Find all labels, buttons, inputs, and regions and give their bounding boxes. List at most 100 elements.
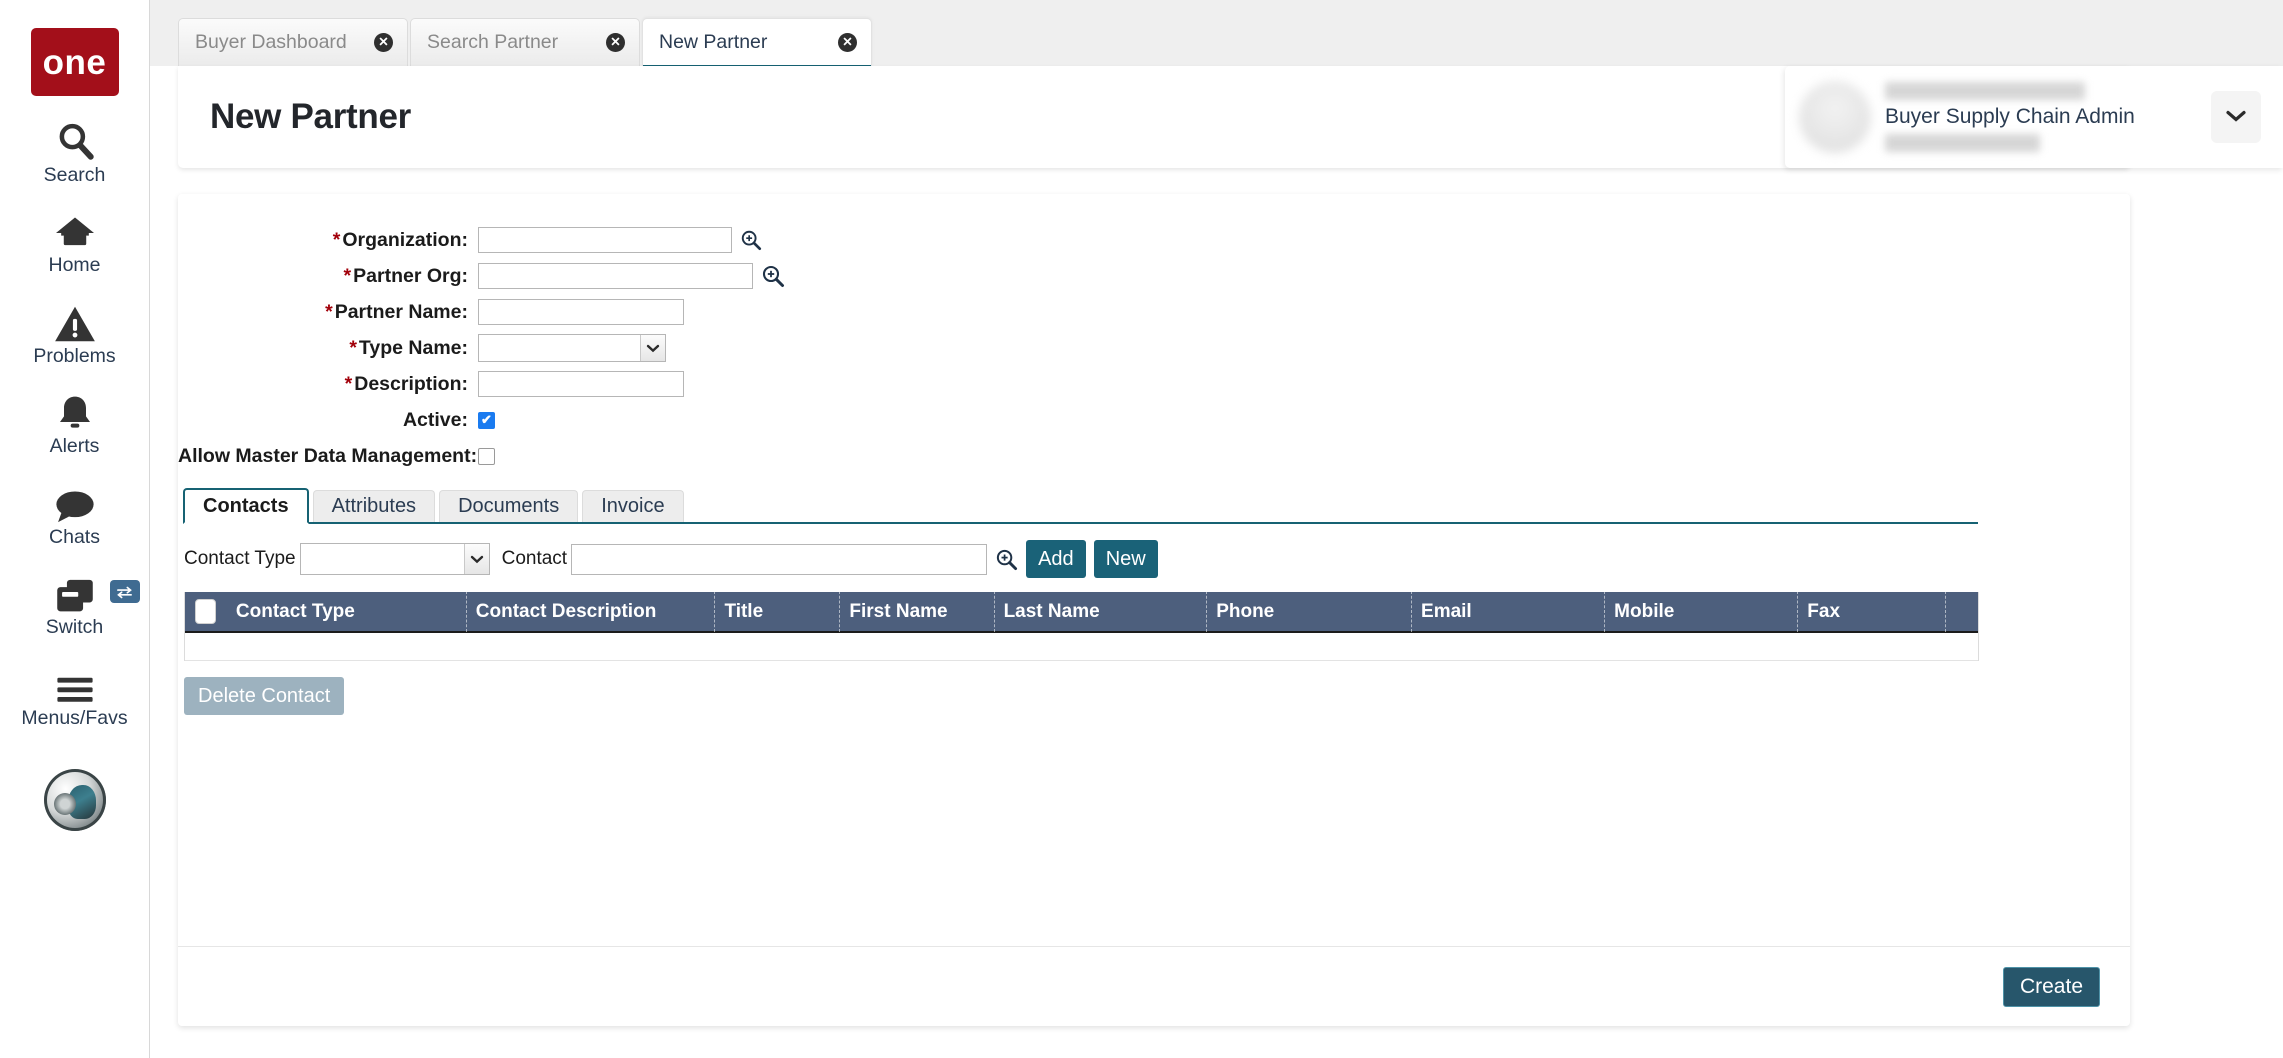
contact-input[interactable] — [571, 543, 988, 575]
sidebar-item-problems[interactable]: Problems — [0, 299, 150, 367]
user-profile-card[interactable]: Buyer Supply Chain Admin — [1785, 66, 2283, 168]
field-row-description: * Description: — [178, 366, 2130, 402]
organization-input[interactable] — [478, 227, 732, 253]
partner-org-input[interactable] — [478, 263, 753, 289]
sidebar-item-switch[interactable]: Switch — [0, 570, 150, 638]
one-network-logo[interactable]: one — [30, 28, 119, 96]
tab-label: New Partner — [659, 31, 768, 53]
label-text: Type Name: — [358, 336, 468, 359]
allow-master-data-management-label: Allow Master Data Management: — [178, 444, 478, 467]
description-input[interactable] — [478, 371, 684, 397]
close-circle-icon[interactable]: ✕ — [838, 33, 857, 52]
column-header-email[interactable]: Email — [1411, 591, 1604, 632]
required-marker: * — [325, 300, 333, 323]
tab-invoice[interactable]: Invoice — [582, 490, 684, 522]
tab-label: Contacts — [203, 494, 289, 517]
active-checkbox[interactable]: ✔ — [478, 411, 495, 429]
select-all-column[interactable] — [185, 591, 227, 632]
tab-label: Search Partner — [427, 31, 559, 53]
column-header-title[interactable]: Title — [714, 591, 839, 632]
contact-filter-bar: Contact Type Contact Add New — [184, 540, 2130, 578]
close-circle-icon[interactable]: ✕ — [374, 33, 393, 52]
avatar-icon[interactable] — [43, 769, 106, 832]
tab-contacts[interactable]: Contacts — [183, 488, 309, 524]
user-name-redacted — [1885, 82, 2085, 100]
avatar — [1799, 81, 1871, 153]
description-label: * Description: — [178, 373, 478, 396]
bell-icon — [45, 389, 105, 433]
delete-contact-button[interactable]: Delete Contact — [184, 677, 345, 715]
chat-bubble-icon — [45, 480, 105, 524]
logo-text: one — [42, 42, 107, 82]
sidebar-item-chats[interactable]: Chats — [0, 480, 150, 548]
user-menu-toggle[interactable] — [2211, 91, 2261, 143]
allow-master-data-management-checkbox[interactable] — [478, 447, 495, 465]
required-marker: * — [344, 372, 353, 395]
label-text: Partner Org: — [353, 264, 468, 287]
field-row-allow-mdm: Allow Master Data Management: — [178, 438, 2130, 474]
column-header-mobile[interactable]: Mobile — [1604, 591, 1797, 632]
page-title: New Partner — [210, 97, 411, 136]
tab-documents[interactable]: Documents — [439, 490, 579, 522]
column-header-first-name[interactable]: First Name — [839, 591, 993, 632]
tab-label: Buyer Dashboard — [195, 31, 347, 53]
tab-search-partner[interactable]: Search Partner ✕ — [410, 18, 640, 66]
label-text: Organization: — [342, 228, 468, 251]
column-header-contact-type[interactable]: Contact Type — [227, 591, 466, 632]
swap-arrows-icon[interactable] — [109, 580, 140, 604]
sidebar-item-label: Switch — [45, 616, 104, 639]
sidebar-item-menus-favs[interactable]: Menus/Favs — [0, 661, 150, 729]
checkbox-column-icon[interactable] — [195, 599, 217, 624]
tab-attributes[interactable]: Attributes — [312, 490, 436, 522]
partner-name-input[interactable] — [478, 299, 684, 325]
column-header-phone[interactable]: Phone — [1206, 591, 1411, 632]
chevron-down-icon[interactable] — [463, 544, 489, 574]
active-label: Active: — [402, 408, 468, 431]
contacts-grid-body-empty — [185, 633, 1978, 661]
column-header-fax[interactable]: Fax — [1797, 591, 1944, 632]
magnifier-plus-icon[interactable] — [995, 548, 1018, 571]
create-button[interactable]: Create — [2002, 966, 2100, 1007]
magnifier-plus-icon[interactable] — [740, 229, 762, 251]
chevron-down-icon[interactable] — [640, 335, 665, 361]
label-text: Description: — [354, 372, 468, 395]
home-icon — [45, 208, 105, 252]
detail-tabs: Contacts Attributes Documents Invoice — [183, 488, 1978, 524]
windows-switch-icon — [45, 570, 105, 614]
close-circle-icon[interactable]: ✕ — [606, 33, 625, 52]
new-contact-button[interactable]: New — [1093, 540, 1158, 578]
magnifier-plus-icon[interactable] — [761, 264, 785, 288]
contact-type-select[interactable] — [299, 543, 490, 575]
left-navigation-rail: one Search Home Problems Alerts Chats Sw… — [0, 0, 150, 1058]
sidebar-item-search[interactable]: Search — [0, 118, 150, 186]
tab-label: Documents — [458, 495, 560, 517]
user-details: Buyer Supply Chain Admin — [1885, 82, 2211, 152]
partner-name-label: * Partner Name: — [178, 301, 478, 324]
column-header-contact-description[interactable]: Contact Description — [465, 591, 715, 632]
sidebar-item-label: Home — [48, 254, 101, 277]
panel-footer: Create — [178, 946, 2130, 1026]
sidebar-item-label: Alerts — [49, 435, 100, 458]
type-name-select[interactable] — [478, 334, 666, 362]
add-contact-button[interactable]: Add — [1026, 540, 1086, 578]
warning-triangle-icon — [45, 299, 105, 343]
sidebar-item-home[interactable]: Home — [0, 208, 150, 276]
type-name-label: * Type Name: — [178, 337, 478, 360]
tab-buyer-dashboard[interactable]: Buyer Dashboard ✕ — [178, 18, 408, 66]
contacts-grid: Contact Type Contact Description Title F… — [184, 591, 1979, 661]
sidebar-item-alerts[interactable]: Alerts — [0, 389, 150, 457]
required-marker: * — [349, 336, 357, 359]
tab-new-partner[interactable]: New Partner ✕ — [642, 18, 872, 68]
new-partner-form-panel: * Organization: * Partner Org: * Partner… — [178, 194, 2130, 1026]
label-text: Partner Name: — [334, 300, 468, 323]
column-header-last-name[interactable]: Last Name — [993, 591, 1207, 632]
contacts-grid-header: Contact Type Contact Description Title F… — [185, 591, 1978, 633]
required-marker: * — [343, 264, 352, 287]
sidebar-item-label: Chats — [49, 525, 100, 548]
field-row-organization: * Organization: — [178, 222, 2130, 258]
user-role-label: Buyer Supply Chain Admin — [1885, 105, 2135, 128]
contact-type-label: Contact Type — [184, 548, 296, 569]
tab-label: Invoice — [601, 495, 665, 517]
user-org-redacted — [1885, 134, 2040, 152]
field-row-partner-name: * Partner Name: — [178, 294, 2130, 330]
